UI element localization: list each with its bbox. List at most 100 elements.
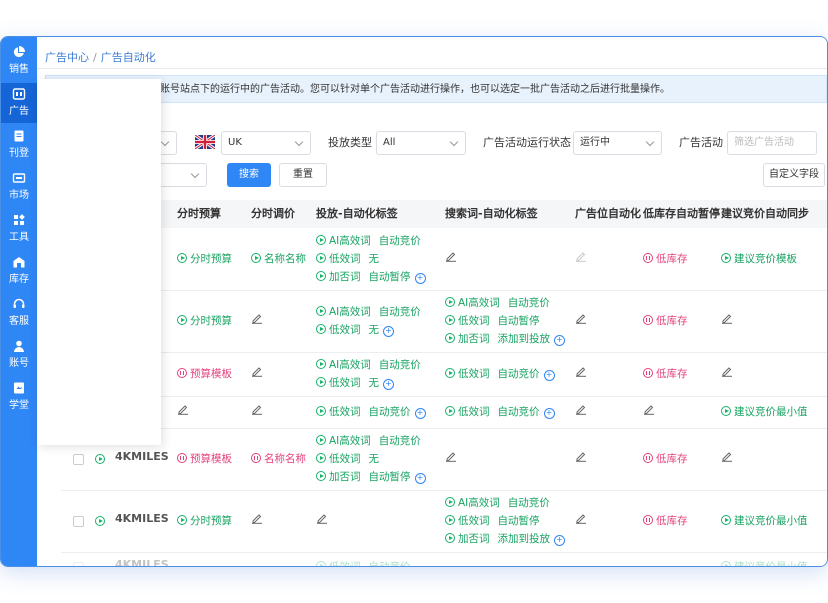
tag-ai[interactable]: AI高效词 [329,306,371,318]
edit-icon[interactable] [721,450,733,462]
add-icon[interactable]: + [554,335,565,346]
edit-cell[interactable] [251,403,263,421]
tag-ai[interactable]: AI高效词 [329,435,371,447]
tag-auto-bid[interactable]: 自动竞价 [498,406,540,418]
tag-auto-bid[interactable]: 自动竞价 [508,297,550,309]
campaign-filter-input[interactable]: 筛选广告活动 [727,131,817,155]
tag-low[interactable]: 低效词 [329,453,361,465]
low-stock-cell[interactable]: 低库存 [643,312,688,330]
time-budget-link[interactable]: 分时预算 [190,515,232,527]
edit-cell[interactable] [251,365,263,383]
tag-auto-pause[interactable]: 自动暂停 [498,515,540,527]
edit-icon[interactable] [575,365,587,377]
tag-auto-bid[interactable]: 自动竞价 [379,306,421,318]
edit-icon[interactable] [575,512,587,524]
time-bid-cell[interactable]: 名称名称 [251,450,306,468]
tag-auto-bid[interactable]: 自动竞价 [379,435,421,447]
tag-auto-bid[interactable]: 自动竞价 [369,561,411,566]
edit-cell[interactable] [575,250,587,268]
row-checkbox[interactable] [73,516,84,527]
tag-auto-pause[interactable]: 自动暂停 [369,271,411,283]
time-budget-cell[interactable]: 分时预算 [177,250,232,268]
tag-low[interactable]: 低效词 [329,406,361,418]
low-stock-cell[interactable]: 低库存 [643,450,688,468]
tag-auto-bid[interactable]: 自动竞价 [508,497,550,509]
tag-auto-bid[interactable]: 自动竞价 [379,359,421,371]
campaign-name[interactable]: 4KMILES [115,450,169,463]
time-budget-link[interactable]: 分时预算 [190,315,232,327]
edit-cell[interactable] [445,250,457,268]
tag-low[interactable]: 低效词 [329,561,361,566]
edit-cell[interactable] [721,450,733,468]
edit-icon[interactable] [251,403,263,415]
tag-low[interactable]: 低效词 [458,515,490,527]
suggest-bid-link[interactable]: 建议竞价模板 [734,253,797,265]
tag-neg[interactable]: 加否词 [458,333,490,345]
low-stock-link[interactable]: 低库存 [656,315,688,327]
budget-template-link[interactable]: 预算模板 [190,453,232,465]
sidebar-item-sales[interactable]: 销售 [1,41,37,81]
budget-template-cell[interactable]: 预算模板 [177,450,232,468]
suggest-bid-cell[interactable]: 建议竞价最小值 [721,558,808,566]
tag-auto-bid[interactable]: 自动竞价 [498,368,540,380]
suggest-bid-link[interactable]: 建议竞价最小值 [734,515,808,527]
edit-cell[interactable] [251,312,263,330]
campaign-name[interactable]: 4KMILES [115,512,169,525]
placement-type-select[interactable]: All [376,131,466,155]
tag-auto-bid[interactable]: 自动竞价 [369,406,411,418]
add-icon[interactable]: + [554,535,565,546]
add-icon[interactable]: + [414,473,426,484]
edit-cell[interactable] [643,403,655,421]
sidebar-item-service[interactable]: 客服 [1,293,37,333]
dropdown-panel[interactable] [37,79,161,445]
tag-auto-pause[interactable]: 自动暂停 [369,471,411,483]
tag-add-to-targeting[interactable]: 添加到投放 [498,333,551,345]
edit-icon[interactable] [251,365,263,377]
suggest-bid-cell[interactable]: 建议竞价模板 [721,250,797,268]
low-stock-cell[interactable]: 低库存 [643,512,688,530]
tag-low[interactable]: 低效词 [458,315,490,327]
edit-cell[interactable] [177,403,189,421]
add-icon[interactable]: + [383,379,394,390]
edit-icon[interactable] [251,512,263,524]
time-bid-link[interactable]: 名称名称 [264,253,306,265]
row-checkbox[interactable] [73,562,84,566]
edit-icon[interactable] [445,450,457,462]
sidebar-item-academy[interactable]: 学堂 [1,377,37,417]
edit-icon[interactable] [316,512,328,524]
tag-neg[interactable]: 加否词 [329,271,361,283]
edit-cell[interactable] [721,312,733,330]
sidebar-item-tools[interactable]: 工具 [1,209,37,249]
campaign-name[interactable]: 4KMILES [115,558,169,566]
custom-fields-button[interactable]: 自定义字段 [763,163,825,187]
tag-neg[interactable]: 加否词 [458,533,490,545]
edit-cell[interactable] [721,365,733,383]
edit-cell[interactable] [575,450,587,468]
edit-cell[interactable] [575,403,587,421]
edit-icon[interactable] [251,312,263,324]
low-stock-cell[interactable]: 低库存 [643,250,688,268]
suggest-bid-link[interactable]: 建议竞价最小值 [734,561,808,566]
sidebar-item-inventory[interactable]: 库存 [1,251,37,291]
budget-template-cell[interactable]: 预算模板 [177,365,232,383]
sidebar-item-listing[interactable]: 刊登 [1,125,37,165]
edit-cell[interactable] [251,512,263,530]
tag-low[interactable]: 低效词 [458,368,490,380]
breadcrumb-root[interactable]: 广告中心 [45,51,89,64]
edit-icon[interactable] [575,450,587,462]
edit-cell[interactable] [575,312,587,330]
low-stock-link[interactable]: 低库存 [656,515,688,527]
tag-low[interactable]: 低效词 [458,406,490,418]
budget-template-link[interactable]: 预算模板 [190,368,232,380]
suggest-bid-cell[interactable]: 建议竞价最小值 [721,512,808,530]
sidebar-item-market[interactable]: 市场 [1,167,37,207]
site-select[interactable]: UK [221,131,311,155]
tag-ai[interactable]: AI高效词 [329,359,371,371]
edit-icon[interactable] [643,403,655,415]
time-budget-link[interactable]: 分时预算 [190,253,232,265]
tag-auto-pause[interactable]: 自动暂停 [498,315,540,327]
tag-low[interactable]: 低效词 [329,253,361,265]
edit-icon[interactable] [721,312,733,324]
low-stock-link[interactable]: 低库存 [656,368,688,380]
row-checkbox[interactable] [73,454,84,465]
